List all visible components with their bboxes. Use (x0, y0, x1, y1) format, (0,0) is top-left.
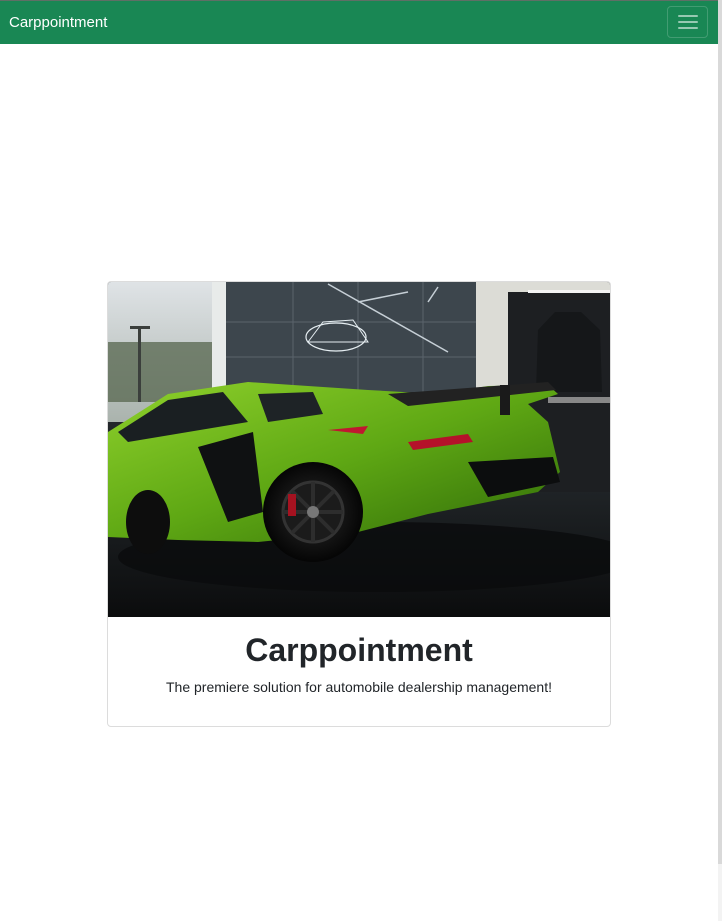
hamburger-menu-icon (678, 15, 698, 30)
navbar-toggle-button[interactable] (667, 6, 708, 38)
car-image (108, 282, 610, 617)
hero-card: Carppointment The premiere solution for … (107, 281, 611, 727)
brand-link[interactable]: Carppointment (9, 13, 107, 33)
scrollbar-thumb[interactable] (718, 0, 722, 864)
top-navbar: Carppointment (0, 0, 718, 44)
hero-tagline: The premiere solution for automobile dea… (166, 679, 552, 695)
hero-title: Carppointment (245, 632, 473, 668)
